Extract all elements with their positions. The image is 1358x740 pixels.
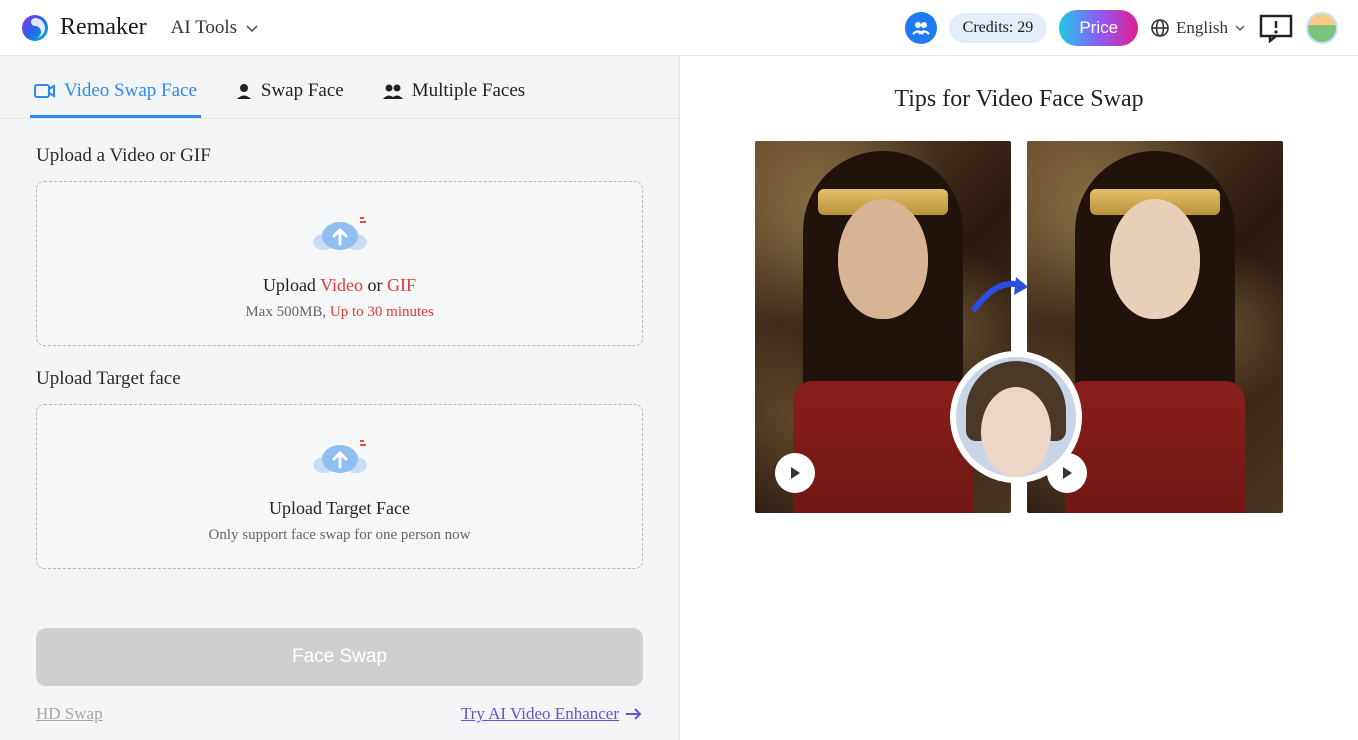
tab-label: Swap Face xyxy=(261,80,344,102)
hd-swap-link[interactable]: HD Swap xyxy=(36,704,103,724)
language-selector[interactable]: English xyxy=(1150,18,1246,38)
upload-face-subtext: Only support face swap for one person no… xyxy=(57,527,622,544)
upload-face-text: Upload Target Face xyxy=(57,498,622,519)
main: Video Swap Face Swap Face Multiple Faces… xyxy=(0,56,1358,740)
header: Remaker AI Tools Credits: 29 Price Engli… xyxy=(0,0,1358,56)
feedback-icon[interactable] xyxy=(1258,13,1294,43)
tab-label: Multiple Faces xyxy=(412,80,525,102)
left-panel: Video Swap Face Swap Face Multiple Faces… xyxy=(0,56,680,740)
upload-video-title: Upload a Video or GIF xyxy=(36,145,643,167)
tab-label: Video Swap Face xyxy=(64,80,197,102)
target-face-thumbnail xyxy=(950,351,1082,483)
enhancer-label: Try AI Video Enhancer xyxy=(461,704,619,724)
actions: Face Swap HD Swap Try AI Video Enhancer xyxy=(0,614,679,740)
globe-icon xyxy=(1150,18,1170,38)
chevron-down-icon xyxy=(1234,22,1246,34)
tab-swap-face[interactable]: Swap Face xyxy=(231,74,348,118)
tips-title: Tips for Video Face Swap xyxy=(720,86,1318,113)
upload-video-text: Upload Video or GIF xyxy=(57,275,622,296)
enhancer-link[interactable]: Try AI Video Enhancer xyxy=(461,704,643,724)
credits-display[interactable]: Credits: 29 xyxy=(949,13,1048,43)
price-button[interactable]: Price xyxy=(1059,10,1138,46)
upload-video-dropzone[interactable]: Upload Video or GIF Max 500MB, Up to 30 … xyxy=(36,181,643,346)
header-left: Remaker AI Tools xyxy=(20,13,259,43)
face-swap-button[interactable]: Face Swap xyxy=(36,628,643,686)
chevron-down-icon xyxy=(245,21,259,35)
right-panel: Tips for Video Face Swap xyxy=(680,56,1358,740)
person-icon xyxy=(235,82,253,100)
play-icon xyxy=(775,453,815,493)
video-icon xyxy=(34,82,56,100)
upload-face-dropzone[interactable]: Upload Target Face Only support face swa… xyxy=(36,404,643,569)
arrow-right-icon xyxy=(968,271,1036,321)
cloud-upload-icon xyxy=(310,431,370,479)
language-label: English xyxy=(1176,18,1228,38)
header-right: Credits: 29 Price English xyxy=(905,10,1338,46)
bottom-links: HD Swap Try AI Video Enhancer xyxy=(36,704,643,724)
upload-video-subtext: Max 500MB, Up to 30 minutes xyxy=(57,304,622,321)
upload-container: Upload a Video or GIF Upload Video or GI… xyxy=(0,119,679,614)
logo[interactable]: Remaker xyxy=(20,13,147,43)
logo-icon xyxy=(20,13,50,43)
ai-tools-label: AI Tools xyxy=(171,17,237,39)
arrow-right-icon xyxy=(625,707,643,721)
upload-face-title: Upload Target face xyxy=(36,368,643,390)
logo-text: Remaker xyxy=(60,14,147,41)
tab-multiple-faces[interactable]: Multiple Faces xyxy=(378,74,529,118)
avatar[interactable] xyxy=(1306,12,1338,44)
tips-images xyxy=(720,141,1318,513)
cloud-upload-icon xyxy=(310,208,370,256)
community-icon[interactable] xyxy=(905,12,937,44)
tabs: Video Swap Face Swap Face Multiple Faces xyxy=(0,56,679,119)
tab-video-swap-face[interactable]: Video Swap Face xyxy=(30,74,201,118)
ai-tools-dropdown[interactable]: AI Tools xyxy=(171,17,259,39)
people-icon xyxy=(382,82,404,100)
